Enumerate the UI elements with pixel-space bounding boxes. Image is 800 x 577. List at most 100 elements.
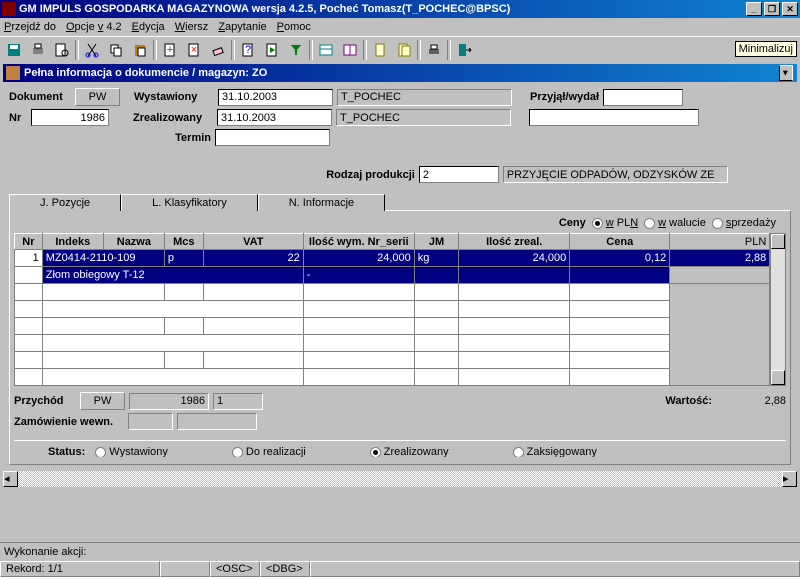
scroll-down-icon[interactable] [771, 370, 785, 385]
tab-informacje[interactable]: N. Informacje [258, 194, 385, 211]
przychod-label: Przychód [14, 395, 76, 407]
col-ilosc[interactable]: Ilość wym. Nr_serii [303, 234, 414, 250]
tool-doc2-icon[interactable] [393, 39, 415, 61]
svg-text:×: × [191, 44, 197, 56]
zamowienie-label: Zamówienie wewn. [14, 416, 124, 428]
tab-pozycje[interactable]: J. Pozycje [9, 194, 121, 211]
table-row[interactable] [15, 369, 770, 386]
ceny-label: Ceny [559, 217, 586, 229]
table-row[interactable]: Złom obiegowy T-12- [15, 267, 770, 284]
scroll-right-icon[interactable]: ▸ [782, 471, 797, 487]
status-label: Status: [48, 447, 85, 457]
table-row[interactable] [15, 335, 770, 352]
tool-run-icon[interactable] [261, 39, 283, 61]
horizontal-scrollbar[interactable]: ◂ ▸ [3, 471, 797, 487]
tool-paste-icon[interactable] [129, 39, 151, 61]
przyjal-desc[interactable] [529, 109, 699, 126]
tool-copy-icon[interactable] [105, 39, 127, 61]
col-pln[interactable]: PLN [670, 234, 770, 250]
tool-table2-icon[interactable] [339, 39, 361, 61]
restore-button[interactable]: ❐ [764, 2, 780, 16]
statusbar: Wykonanie akcji: Rekord: 1/1 <OSC> <DBG> [0, 542, 800, 576]
table-row[interactable] [15, 284, 770, 301]
subwindow-titlebar: Pełna informacja o dokumencie / magazyn:… [3, 64, 797, 82]
tool-save-icon[interactable] [3, 39, 25, 61]
zamowienie-v1 [128, 413, 173, 430]
wystawiony-label: Wystawiony [134, 91, 214, 103]
scroll-left-icon[interactable]: ◂ [3, 471, 18, 487]
wystawiony-field[interactable]: 31.10.2003 [218, 89, 333, 106]
radio-pln[interactable]: w PLN [592, 217, 638, 229]
tool-preview-icon[interactable] [51, 39, 73, 61]
col-nr[interactable]: Nr [15, 234, 43, 250]
table-row[interactable] [15, 352, 770, 369]
close-button[interactable]: ✕ [782, 2, 798, 16]
col-cena[interactable]: Cena [570, 234, 670, 250]
tool-query-icon[interactable]: ? [237, 39, 259, 61]
radio-zrealizowany[interactable]: Zrealizowany [370, 447, 449, 457]
app-icon [2, 2, 16, 16]
tool-cut-icon[interactable] [81, 39, 103, 61]
status-rekord: Rekord: 1/1 [0, 561, 160, 577]
tab-klasyfikatory[interactable]: L. Klasyfikatory [121, 194, 258, 211]
menu-opcje[interactable]: Opcje v 4.2 [66, 21, 122, 33]
nr-field[interactable]: 1986 [31, 109, 109, 126]
radio-zaksiegowany[interactable]: Zaksięgowany [513, 447, 597, 457]
radio-wystawiony[interactable]: Wystawiony [95, 447, 168, 457]
col-iloscz[interactable]: Ilość zreal. [459, 234, 570, 250]
subwindow-resize-icon[interactable]: ▸ [779, 65, 793, 81]
menu-wiersz[interactable]: Wiersz [175, 21, 209, 33]
zrealizowany-field[interactable]: 31.10.2003 [217, 109, 332, 126]
tool-new-icon[interactable]: + [159, 39, 181, 61]
col-indeks[interactable]: Indeks [42, 234, 103, 250]
menu-zapytanie[interactable]: Zapytanie [218, 21, 266, 33]
przychod-v2: 1986 [129, 393, 209, 410]
dokument-label: Dokument [9, 91, 71, 103]
tool-delete-icon[interactable]: × [183, 39, 205, 61]
przyjal-field[interactable] [603, 89, 683, 106]
tool-filter-icon[interactable] [285, 39, 307, 61]
menu-pomoc[interactable]: Pomoc [277, 21, 311, 33]
svg-text:?: ? [245, 44, 251, 56]
table-row[interactable] [15, 301, 770, 318]
dokument-value: PW [75, 88, 120, 106]
tool-table1-icon[interactable] [315, 39, 337, 61]
radio-dorealizacji[interactable]: Do realizacji [232, 447, 306, 457]
tool-print-icon[interactable] [27, 39, 49, 61]
termin-field[interactable] [215, 129, 330, 146]
status-msg: Wykonanie akcji: [0, 546, 90, 558]
tool-print2-icon[interactable] [423, 39, 445, 61]
col-nazwa[interactable]: Nazwa [103, 234, 164, 250]
grid-wrap: Nr Indeks Nazwa Mcs VAT Ilość wym. Nr_se… [14, 233, 786, 386]
radio-sprzedazy[interactable]: sprzedaży [712, 217, 776, 229]
subwindow-title: Pełna informacja o dokumencie / magazyn:… [24, 67, 267, 79]
wartosc-label: Wartość: [665, 395, 712, 407]
minimize-button[interactable]: _ [746, 2, 762, 16]
tool-doc1-icon[interactable] [369, 39, 391, 61]
termin-label: Termin [143, 132, 211, 144]
menu-przejdz[interactable]: Przejdź do [4, 21, 56, 33]
status-dbg: <DBG> [260, 561, 310, 577]
toolbar: + × ? Minimalizuj [0, 36, 800, 62]
radio-walucie[interactable]: w walucie [644, 217, 706, 229]
table-row[interactable] [15, 318, 770, 335]
scroll-up-icon[interactable] [771, 234, 785, 249]
menu-edycja[interactable]: Edycja [132, 21, 165, 33]
col-vat[interactable]: VAT [203, 234, 303, 250]
przychod-v3: 1 [213, 393, 263, 410]
col-jm[interactable]: JM [414, 234, 458, 250]
table-row[interactable]: 1 MZ0414-2110-109 p 22 24,000 kg 24,000 … [15, 250, 770, 267]
subwindow-icon [6, 66, 20, 80]
zrealizowany-label: Zrealizowany [133, 112, 213, 124]
data-grid[interactable]: Nr Indeks Nazwa Mcs VAT Ilość wym. Nr_se… [14, 233, 770, 386]
menubar: Przejdź do Opcje v 4.2 Edycja Wiersz Zap… [0, 18, 800, 36]
vertical-scrollbar[interactable] [770, 233, 786, 386]
rodzaj-field[interactable]: 2 [419, 166, 499, 183]
col-mcs[interactable]: Mcs [164, 234, 203, 250]
tool-exit-icon[interactable] [453, 39, 475, 61]
window-titlebar: GM IMPULS GOSPODARKA MAGAZYNOWA wersja 4… [0, 0, 800, 18]
przyjal-label: Przyjął/wydał [530, 91, 599, 103]
tool-eraser-icon[interactable] [207, 39, 229, 61]
wystawiony-user: T_POCHEC [337, 89, 512, 106]
status-osc: <OSC> [210, 561, 260, 577]
